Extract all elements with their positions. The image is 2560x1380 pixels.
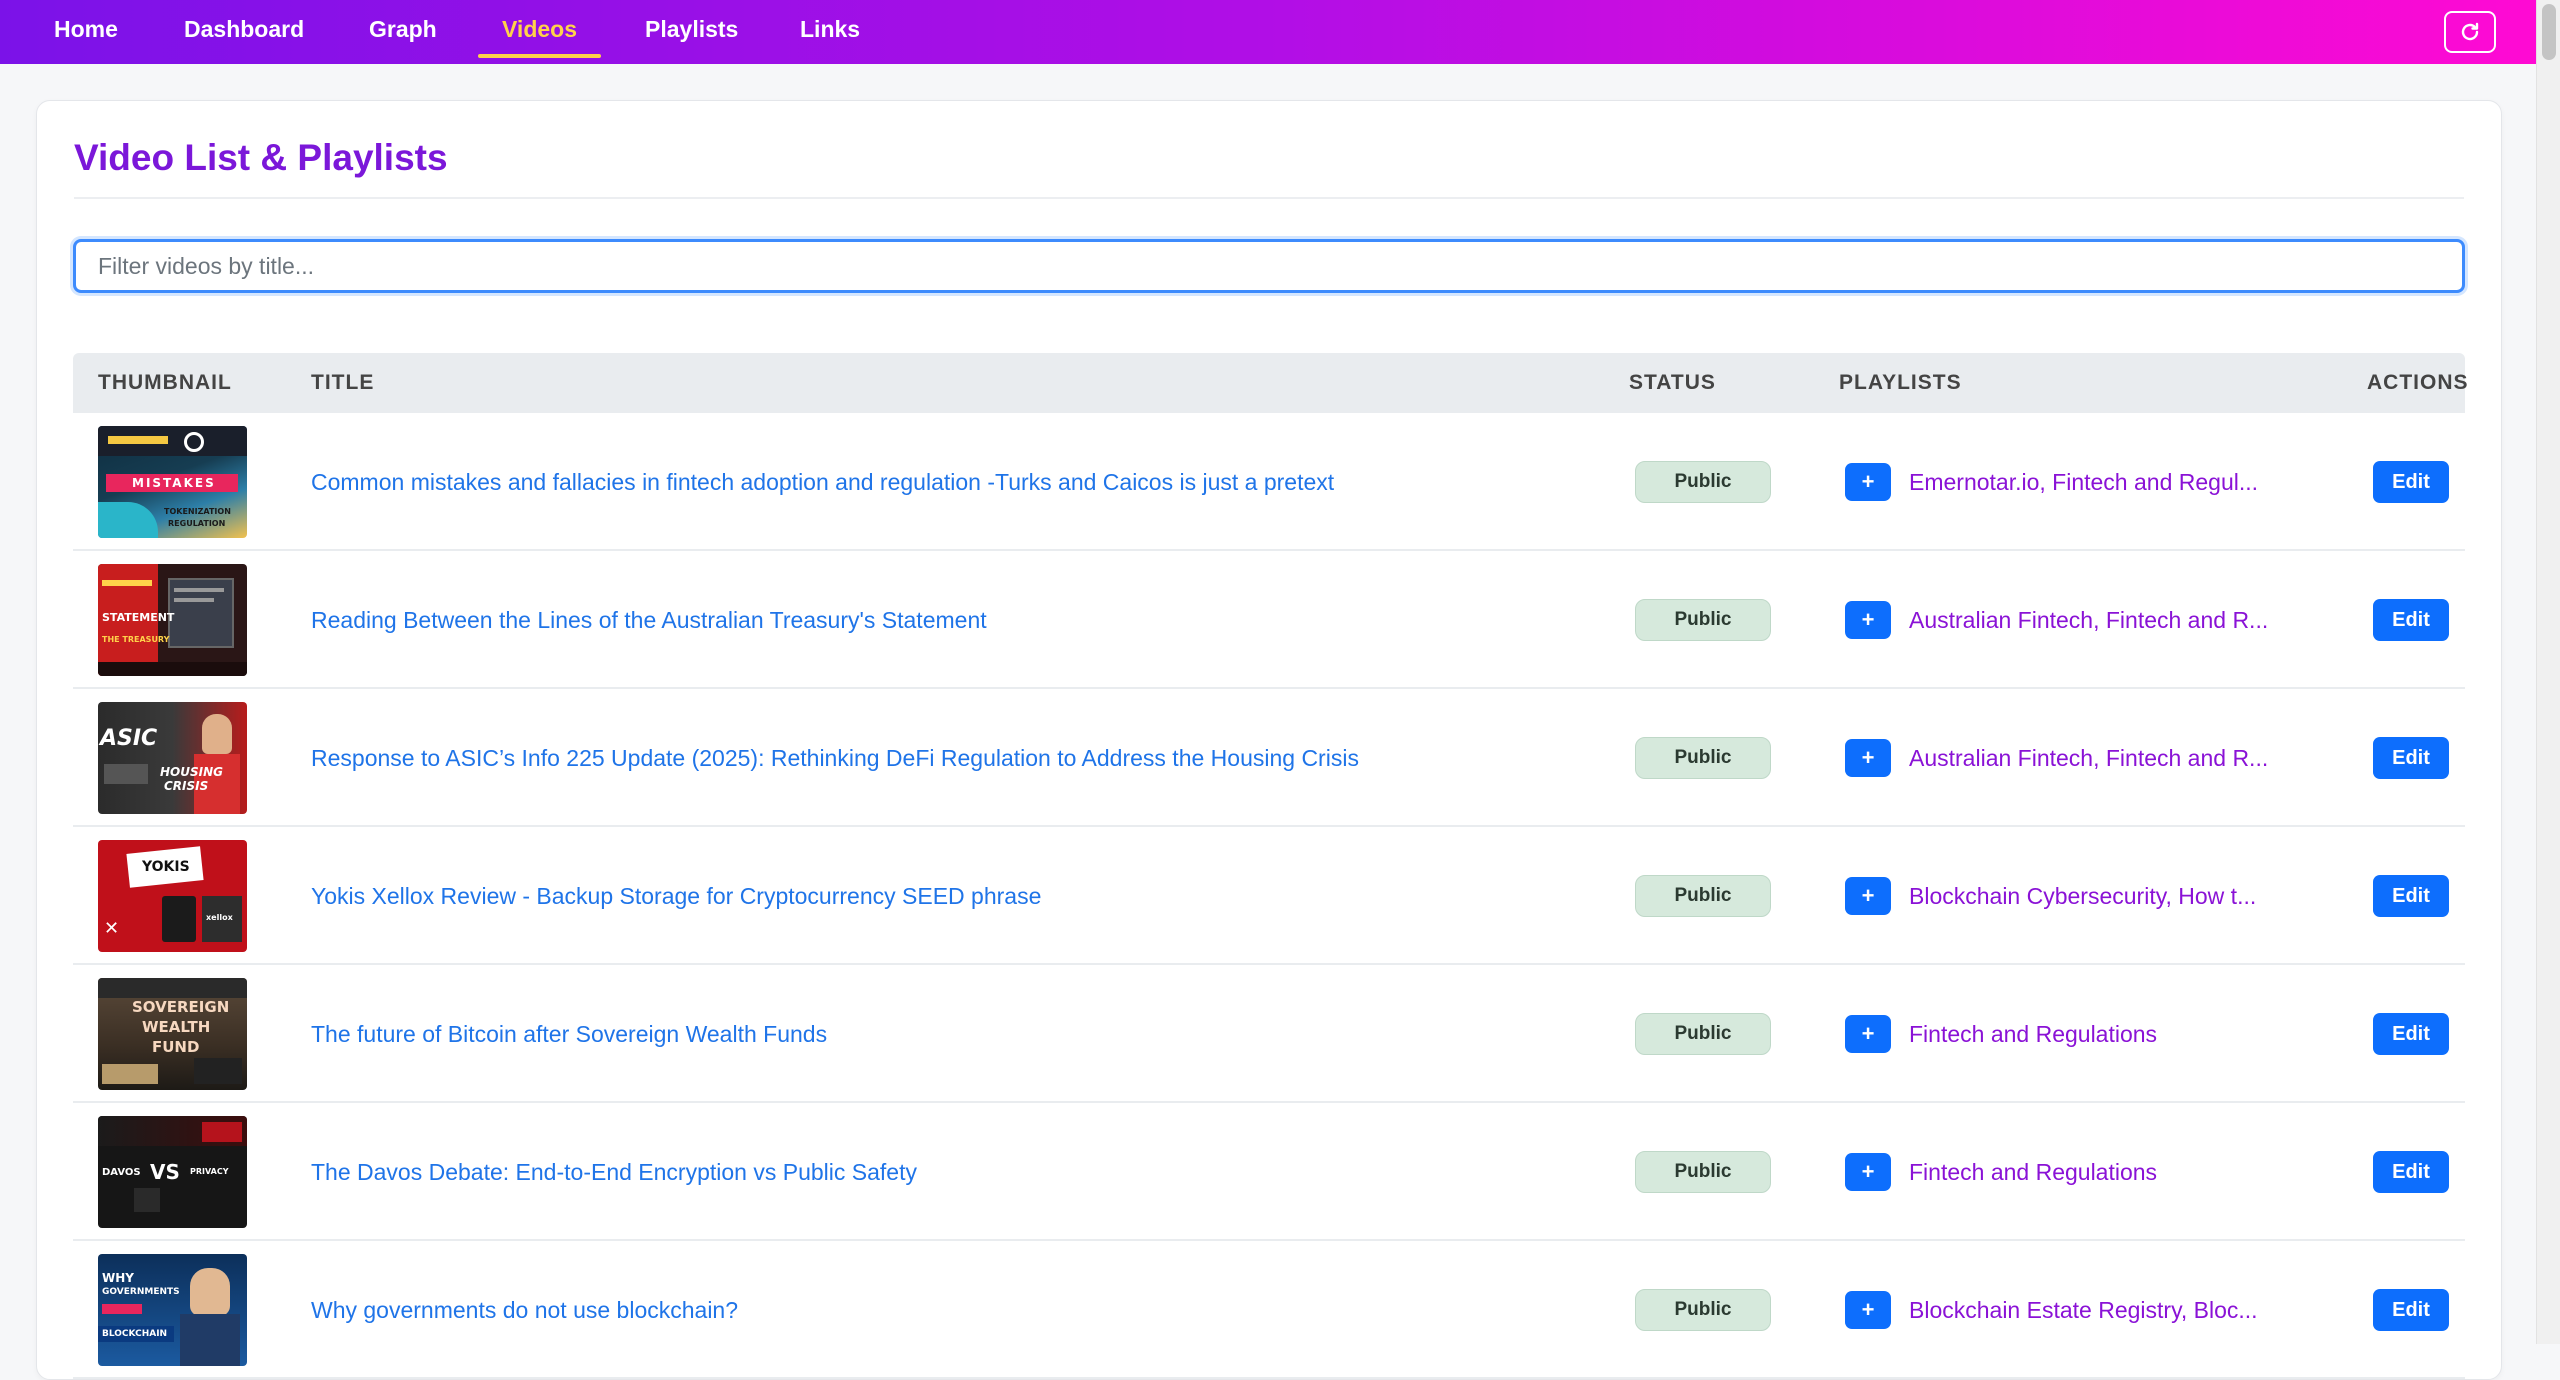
status-badge: Public bbox=[1635, 1289, 1771, 1331]
edit-button[interactable]: Edit bbox=[2373, 461, 2449, 503]
thumbnail-text: TOKENIZATION bbox=[164, 507, 231, 516]
video-thumbnail[interactable]: DAVOS VS PRIVACY bbox=[98, 1116, 247, 1228]
nav-graph[interactable]: Graph bbox=[369, 0, 437, 64]
scrollbar-thumb[interactable] bbox=[2542, 4, 2556, 60]
table-row: SOVEREIGN WEALTH FUND The future of Bitc… bbox=[73, 965, 2465, 1103]
refresh-button[interactable] bbox=[2444, 11, 2496, 53]
thumbnail-text: SOVEREIGN bbox=[132, 998, 230, 1016]
thumbnail-text: GOVERNMENTS bbox=[102, 1287, 180, 1297]
table-row: ASIC HOUSING CRISIS Response to ASIC’s I… bbox=[73, 689, 2465, 827]
thumbnail-text: WEALTH bbox=[142, 1018, 211, 1036]
playlist-names[interactable]: Australian Fintech, Fintech and R... bbox=[1909, 689, 2268, 827]
video-title-link[interactable]: Response to ASIC’s Info 225 Update (2025… bbox=[311, 689, 1359, 827]
video-table: THUMBNAIL TITLE STATUS PLAYLISTS ACTIONS… bbox=[73, 353, 2468, 1379]
status-badge: Public bbox=[1635, 737, 1771, 779]
video-title-link[interactable]: Why governments do not use blockchain? bbox=[311, 1241, 738, 1379]
table-row: DAVOS VS PRIVACY The Davos Debate: End-t… bbox=[73, 1103, 2465, 1241]
thumbnail-text: BLOCKCHAIN bbox=[102, 1329, 168, 1339]
add-to-playlist-button[interactable]: + bbox=[1845, 739, 1891, 777]
table-row: WHY GOVERNMENTS BLOCKCHAIN Why governmen… bbox=[73, 1241, 2465, 1379]
add-to-playlist-button[interactable]: + bbox=[1845, 463, 1891, 501]
thumbnail-text: WHY bbox=[102, 1271, 134, 1285]
nav-videos[interactable]: Videos bbox=[478, 0, 601, 64]
page-title: Video List & Playlists bbox=[74, 137, 448, 178]
header-actions: ACTIONS bbox=[2367, 371, 2469, 394]
table-row: STATEMENT THE TREASURY Reading Between t… bbox=[73, 551, 2465, 689]
nav-home[interactable]: Home bbox=[54, 0, 118, 64]
playlist-names[interactable]: Fintech and Regulations bbox=[1909, 965, 2157, 1103]
video-thumbnail[interactable]: SOVEREIGN WEALTH FUND bbox=[98, 978, 247, 1090]
header-title[interactable]: TITLE bbox=[311, 371, 374, 395]
thumbnail-text: VS bbox=[150, 1160, 180, 1184]
video-title-link[interactable]: The future of Bitcoin after Sovereign We… bbox=[311, 965, 827, 1103]
thumbnail-text: xellox bbox=[206, 913, 233, 922]
video-title-link[interactable]: The Davos Debate: End-to-End Encryption … bbox=[311, 1103, 917, 1241]
thumbnail-logo-icon: ✕ bbox=[104, 918, 120, 939]
add-to-playlist-button[interactable]: + bbox=[1845, 601, 1891, 639]
playlist-names[interactable]: Fintech and Regulations bbox=[1909, 1103, 2157, 1241]
add-to-playlist-button[interactable]: + bbox=[1845, 1015, 1891, 1053]
playlist-names[interactable]: Blockchain Estate Registry, Bloc... bbox=[1909, 1241, 2258, 1379]
thumbnail-text: MISTAKES bbox=[132, 476, 216, 490]
nav-links[interactable]: Links bbox=[800, 0, 860, 64]
status-badge: Public bbox=[1635, 1151, 1771, 1193]
title-divider bbox=[74, 197, 2464, 199]
add-to-playlist-button[interactable]: + bbox=[1845, 877, 1891, 915]
video-thumbnail[interactable]: STATEMENT THE TREASURY bbox=[98, 564, 247, 676]
search-input[interactable] bbox=[73, 239, 2465, 293]
table-row: MISTAKES TOKENIZATION REGULATION Common … bbox=[73, 413, 2465, 551]
thumbnail-text: PRIVACY bbox=[190, 1167, 229, 1176]
edit-button[interactable]: Edit bbox=[2373, 1151, 2449, 1193]
thumbnail-text: YOKIS bbox=[142, 859, 190, 875]
playlist-names[interactable]: Australian Fintech, Fintech and R... bbox=[1909, 551, 2268, 689]
nav-playlists[interactable]: Playlists bbox=[645, 0, 738, 64]
thumbnail-text: DAVOS bbox=[102, 1167, 141, 1178]
nav-dashboard[interactable]: Dashboard bbox=[184, 0, 304, 64]
thumbnail-text: HOUSING bbox=[160, 765, 223, 779]
video-title-link[interactable]: Reading Between the Lines of the Austral… bbox=[311, 551, 987, 689]
header-playlists: PLAYLISTS bbox=[1839, 371, 1962, 394]
thumbnail-text: CRISIS bbox=[164, 779, 209, 793]
header-status[interactable]: STATUS bbox=[1629, 371, 1716, 395]
edit-button[interactable]: Edit bbox=[2373, 737, 2449, 779]
status-badge: Public bbox=[1635, 461, 1771, 503]
add-to-playlist-button[interactable]: + bbox=[1845, 1291, 1891, 1329]
status-badge: Public bbox=[1635, 875, 1771, 917]
top-nav: Home Dashboard Graph Videos Playlists Li… bbox=[0, 0, 2536, 64]
status-badge: Public bbox=[1635, 599, 1771, 641]
video-thumbnail[interactable]: MISTAKES TOKENIZATION REGULATION bbox=[98, 426, 247, 538]
refresh-icon bbox=[2461, 22, 2479, 41]
table-row: YOKIS xellox ✕ Yokis Xellox Review - Bac… bbox=[73, 827, 2465, 965]
video-thumbnail[interactable]: YOKIS xellox ✕ bbox=[98, 840, 247, 952]
thumbnail-text: REGULATION bbox=[168, 519, 226, 528]
thumbnail-text: STATEMENT bbox=[102, 611, 175, 624]
table-header: THUMBNAIL TITLE STATUS PLAYLISTS ACTIONS bbox=[73, 353, 2468, 413]
thumbnail-text: FUND bbox=[152, 1038, 200, 1056]
video-thumbnail[interactable]: WHY GOVERNMENTS BLOCKCHAIN bbox=[98, 1254, 247, 1366]
playlist-names[interactable]: Emernotar.io, Fintech and Regul... bbox=[1909, 413, 2258, 551]
video-thumbnail[interactable]: ASIC HOUSING CRISIS bbox=[98, 702, 247, 814]
edit-button[interactable]: Edit bbox=[2373, 1289, 2449, 1331]
thumbnail-text: THE TREASURY bbox=[102, 635, 170, 644]
edit-button[interactable]: Edit bbox=[2373, 599, 2449, 641]
video-title-link[interactable]: Yokis Xellox Review - Backup Storage for… bbox=[311, 827, 1041, 965]
video-title-link[interactable]: Common mistakes and fallacies in fintech… bbox=[311, 413, 1334, 551]
page-scrollbar[interactable] bbox=[2536, 0, 2560, 1344]
add-to-playlist-button[interactable]: + bbox=[1845, 1153, 1891, 1191]
playlist-names[interactable]: Blockchain Cybersecurity, How t... bbox=[1909, 827, 2256, 965]
edit-button[interactable]: Edit bbox=[2373, 875, 2449, 917]
thumbnail-text: ASIC bbox=[100, 726, 158, 751]
header-thumbnail: THUMBNAIL bbox=[98, 371, 232, 394]
video-list-card: Video List & Playlists THUMBNAIL TITLE S… bbox=[36, 100, 2502, 1380]
status-badge: Public bbox=[1635, 1013, 1771, 1055]
edit-button[interactable]: Edit bbox=[2373, 1013, 2449, 1055]
